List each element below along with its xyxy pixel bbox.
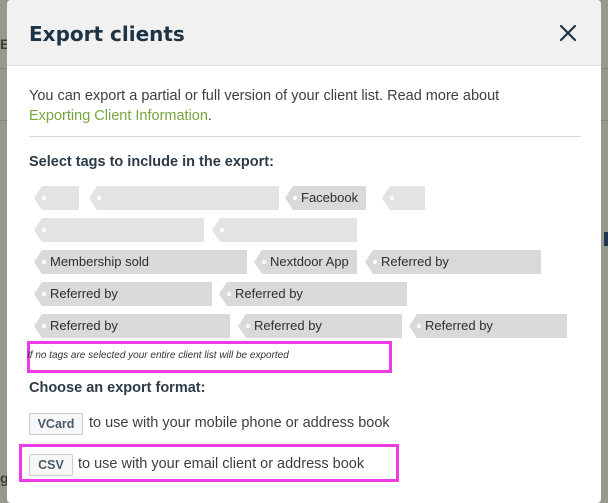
tag-chip-referred-by[interactable]: Referred by: [219, 282, 407, 306]
format-section-label: Choose an export format:: [29, 380, 206, 396]
tag-chip-membership-sold[interactable]: Membership sold: [34, 250, 247, 274]
tag-chip-referred-by[interactable]: Referred by: [238, 314, 402, 338]
intro-paragraph: You can export a partial or full version…: [29, 86, 569, 126]
vcard-export-button[interactable]: VCard: [29, 413, 83, 435]
tag-chip-referred-by[interactable]: Referred by: [34, 314, 230, 338]
close-icon: [559, 24, 577, 42]
tag-chip-referred-by[interactable]: Referred by: [34, 282, 212, 306]
tag-chip[interactable]: [212, 218, 357, 242]
tags-section-label: Select tags to include in the export:: [29, 154, 274, 170]
divider: [29, 136, 581, 137]
tag-chip-nextdoor-app[interactable]: Nextdoor App: [254, 250, 357, 274]
tag-chip[interactable]: [89, 186, 279, 210]
export-clients-dialog: Export clients You can export a partial …: [7, 0, 601, 503]
background-element: [604, 232, 608, 246]
dialog-header: Export clients: [7, 0, 601, 66]
exporting-client-info-link[interactable]: Exporting Client Information: [29, 108, 208, 124]
tag-chip-referred-by[interactable]: Referred by: [409, 314, 567, 338]
tag-chip-facebook[interactable]: Facebook: [285, 186, 366, 210]
tag-chip[interactable]: [34, 186, 79, 210]
csv-description: to use with your email client or address…: [78, 456, 365, 472]
tag-chip-referred-by[interactable]: Referred by: [365, 250, 541, 274]
intro-text: You can export a partial or full version…: [29, 88, 500, 104]
no-tags-hint: If no tags are selected your entire clie…: [27, 350, 289, 361]
close-button[interactable]: [555, 20, 581, 46]
tag-chip[interactable]: [34, 218, 204, 242]
intro-end: .: [207, 108, 212, 124]
dialog-title: Export clients: [29, 22, 185, 46]
tag-chip[interactable]: [382, 186, 425, 210]
csv-export-button[interactable]: CSV: [29, 454, 73, 476]
vcard-description: to use with your mobile phone or address…: [89, 415, 390, 431]
